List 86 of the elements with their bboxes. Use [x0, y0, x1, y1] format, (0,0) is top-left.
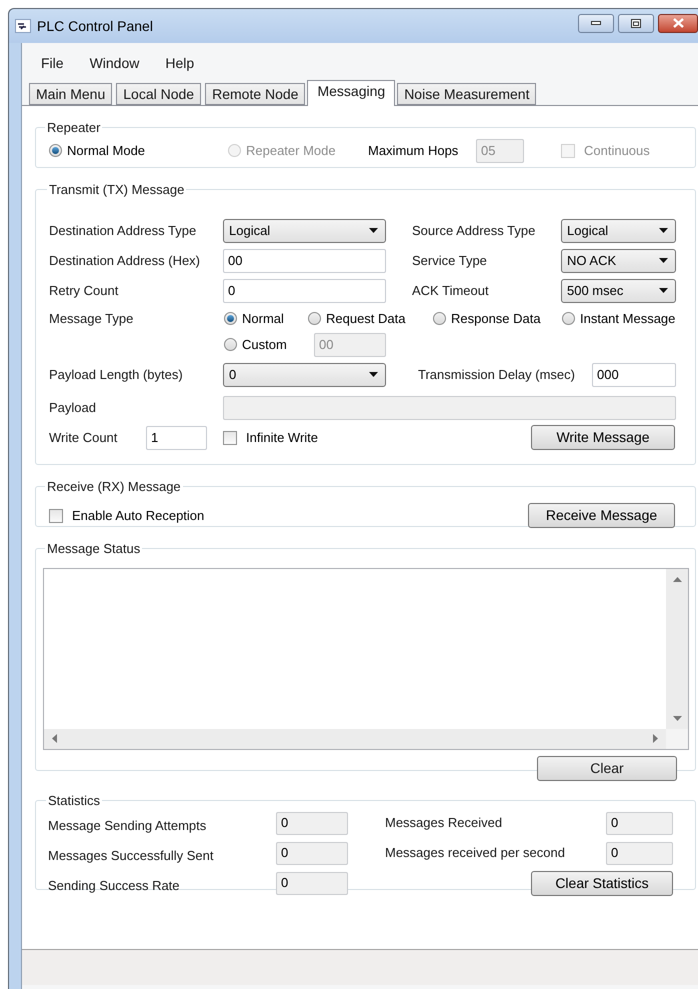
field-label: Payload Length (bytes) — [49, 366, 184, 384]
scroll-left-icon — [52, 734, 57, 743]
checkbox[interactable] — [49, 508, 63, 522]
write-message-button[interactable]: Write Message — [531, 425, 675, 450]
readout-field: 0 — [276, 872, 348, 894]
radio-label: Custom — [242, 336, 287, 354]
field-label: Maximum Hops — [368, 142, 460, 160]
horizontal-scrollbar[interactable] — [44, 728, 666, 748]
caret-icon — [369, 228, 378, 233]
field-label: Sending Success Rate — [48, 877, 181, 896]
radio-button[interactable] — [224, 312, 237, 325]
tab[interactable]: Remote Node — [205, 83, 306, 105]
vertical-scrollbar[interactable] — [666, 568, 688, 728]
radio-label: Repeater Mode — [246, 142, 336, 160]
field-label: Destination Address Type — [49, 222, 198, 240]
field-label: Transmission Delay (msec) — [418, 366, 576, 384]
close-icon — [672, 18, 684, 28]
field-label: Write Count — [49, 428, 118, 447]
readout-field: 0 — [606, 812, 673, 834]
tab[interactable]: Messaging — [307, 80, 396, 106]
dropdown[interactable]: NO ACK — [561, 248, 676, 272]
field-label: Messages Received — [385, 814, 504, 832]
readout-field: 0 — [276, 842, 348, 864]
field-label: Message Sending Attempts — [48, 817, 208, 836]
dropdown[interactable]: Logical — [561, 218, 676, 242]
dropdown[interactable]: 500 msec — [561, 278, 676, 302]
tab[interactable]: Main Menu — [29, 83, 112, 105]
field-label: Message Type — [49, 310, 134, 328]
readout-field: 0 — [276, 812, 348, 834]
radio-label: Instant Message — [580, 310, 676, 328]
minimize-button[interactable] — [578, 14, 614, 32]
tab[interactable]: Local Node — [116, 83, 202, 105]
radio-button[interactable] — [562, 312, 575, 325]
group-title: Repeater — [46, 119, 102, 137]
caret-icon — [369, 372, 378, 377]
radio-label: Normal Mode — [67, 142, 146, 160]
radio-button[interactable] — [433, 312, 446, 325]
caret-icon — [659, 288, 668, 293]
caret-icon — [659, 228, 668, 233]
scroll-right-icon — [653, 734, 658, 743]
maximize-button[interactable] — [618, 14, 654, 32]
radio-button[interactable] — [49, 144, 62, 157]
minimize-icon — [591, 21, 601, 25]
group-title: Receive (RX) Message — [46, 478, 182, 496]
group-title: Statistics — [47, 792, 102, 810]
menu-item[interactable]: Help — [156, 50, 204, 76]
scrollbar-corner — [666, 728, 688, 748]
radio-label: Request Data — [326, 310, 406, 328]
menu-item[interactable]: File — [32, 50, 73, 76]
radio-button[interactable] — [308, 312, 321, 325]
caret-icon — [659, 258, 668, 263]
scroll-down-icon — [672, 716, 682, 720]
window-title: PLC Control Panel — [37, 16, 153, 36]
field-label: Destination Address (Hex) — [49, 252, 202, 270]
tab[interactable]: Noise Measurement — [397, 83, 536, 105]
radio-button[interactable] — [224, 338, 237, 351]
radio-label: Response Data — [451, 310, 541, 328]
field-label: Messages Successfully Sent — [48, 847, 214, 866]
radio-label: Normal — [242, 310, 284, 328]
receive-message-button[interactable]: Receive Message — [528, 503, 675, 528]
scroll-up-icon — [672, 576, 682, 582]
maximize-icon — [631, 18, 641, 28]
field-label: Payload — [49, 398, 97, 417]
group-title: Transmit (TX) Message — [48, 181, 186, 199]
field-label: Service Type — [412, 252, 488, 270]
group-title: Message Status — [46, 540, 142, 558]
checkbox-label: Infinite Write — [246, 428, 318, 447]
close-button[interactable] — [658, 14, 698, 32]
field-label: Messages received per second — [385, 844, 566, 862]
dropdown[interactable]: Logical — [223, 218, 386, 242]
field-label: Source Address Type — [412, 222, 536, 240]
readout-field: 0 — [606, 842, 673, 864]
input-field[interactable]: 1 — [146, 426, 207, 450]
menu-item[interactable]: Window — [80, 50, 148, 76]
app-icon — [15, 19, 31, 33]
dropdown[interactable]: 0 — [223, 362, 386, 386]
input-field[interactable]: 000 — [592, 362, 676, 386]
checkbox-label: Continuous — [584, 142, 650, 160]
field-label: Retry Count — [49, 282, 120, 300]
checkbox-label: Enable Auto Reception — [72, 506, 204, 525]
field-label: ACK Timeout — [412, 282, 490, 300]
clear-button[interactable]: Clear — [537, 756, 677, 780]
input-field[interactable]: 00 — [223, 248, 386, 272]
input-field[interactable]: 0 — [223, 278, 386, 302]
checkbox[interactable] — [223, 430, 237, 444]
clear-statistics-button[interactable]: Clear Statistics — [531, 870, 673, 896]
